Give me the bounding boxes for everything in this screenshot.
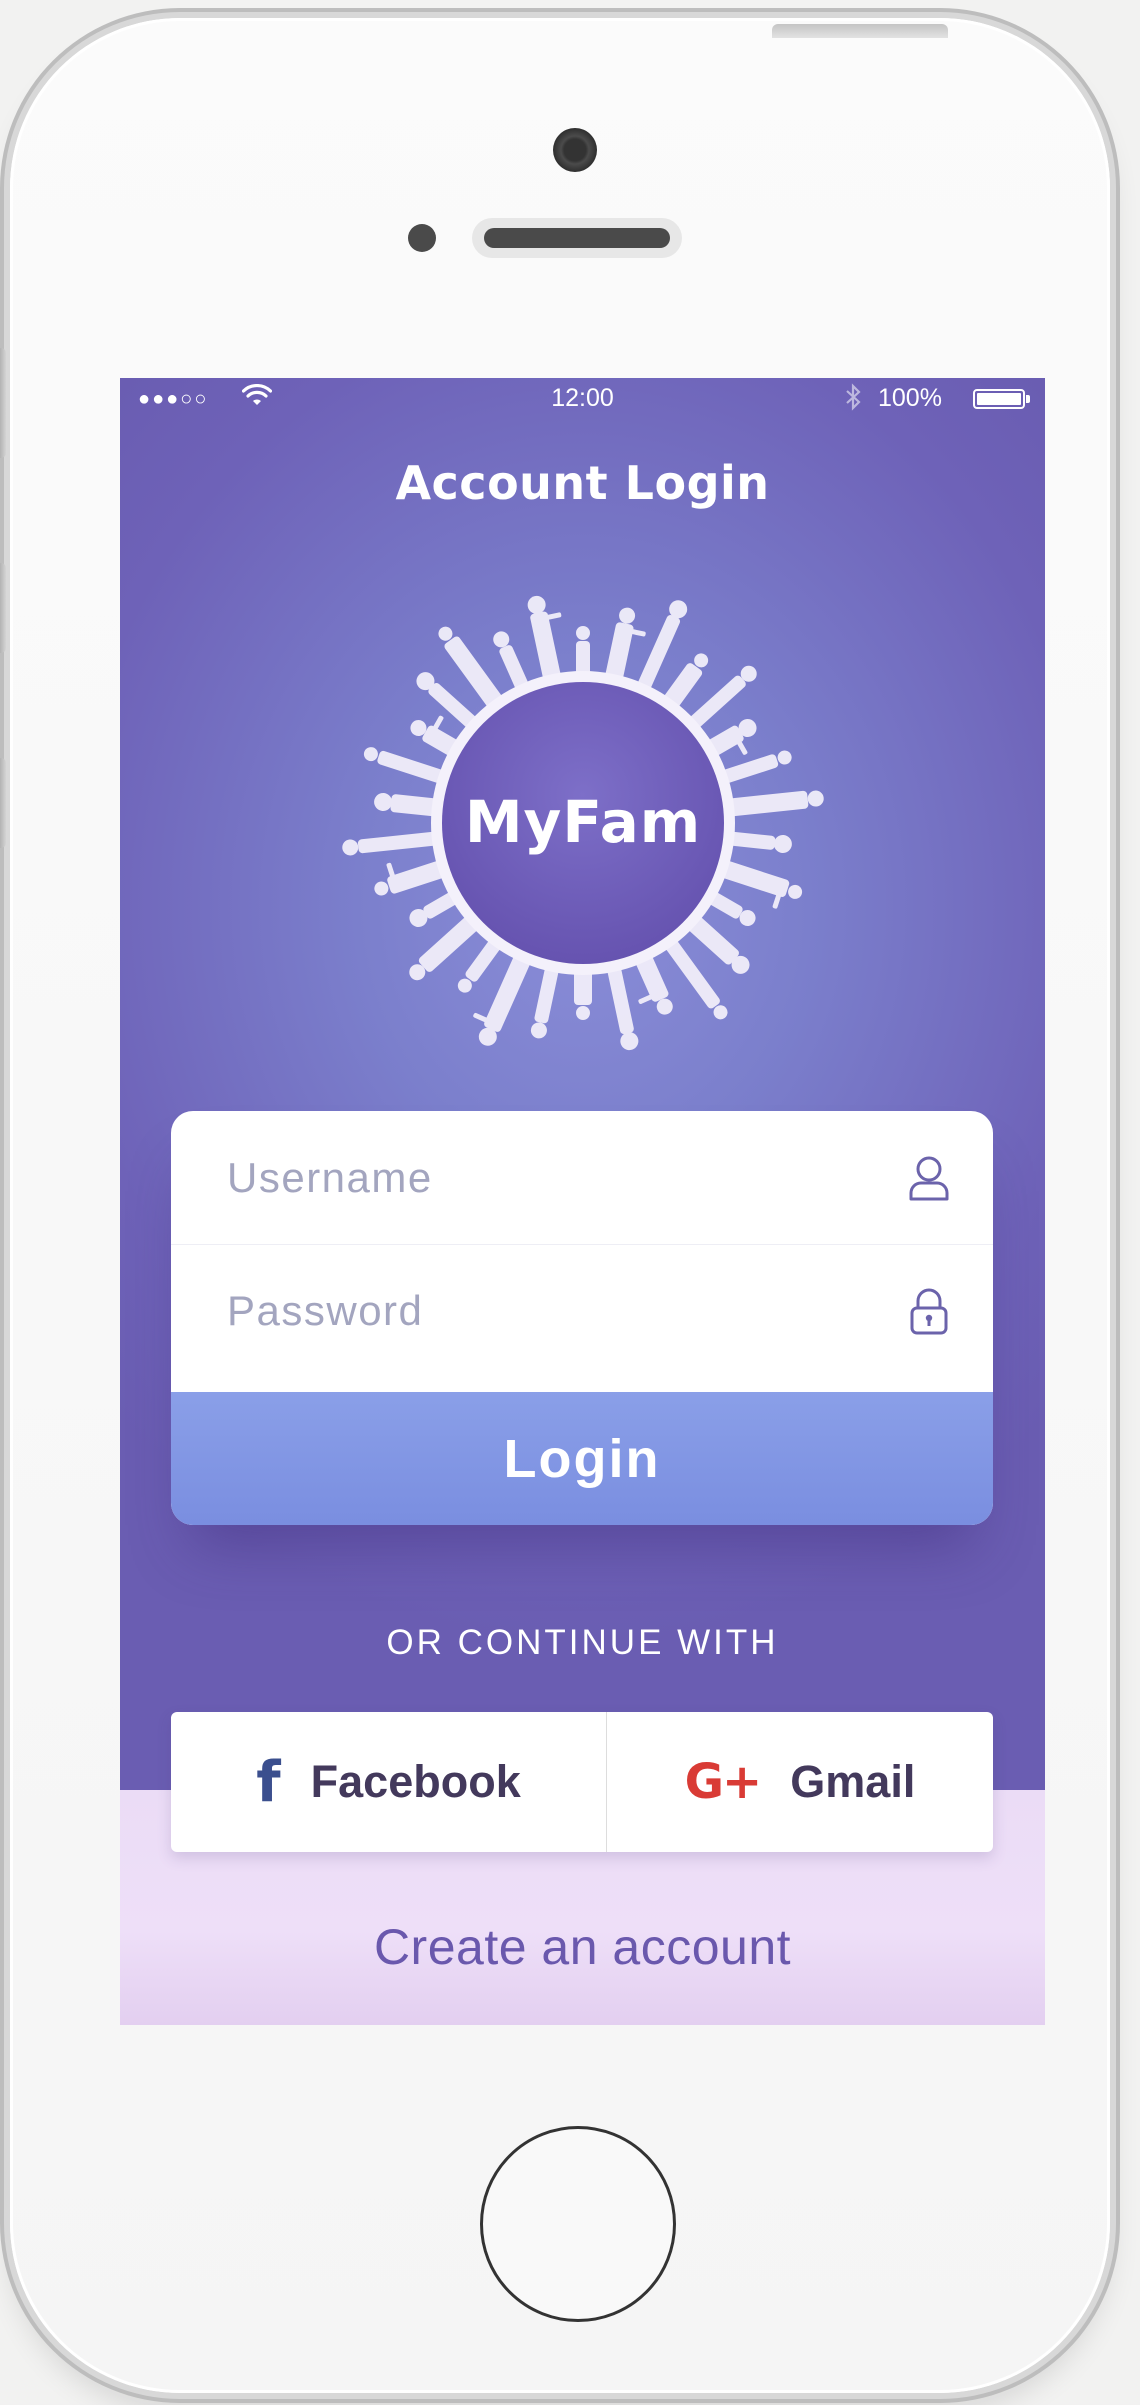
person-silhouette-icon	[607, 965, 639, 1051]
page-title: Account Login	[395, 456, 770, 510]
person-silhouette-icon	[576, 626, 590, 677]
mute-switch	[0, 348, 6, 458]
power-button	[772, 24, 948, 38]
user-icon	[907, 1153, 951, 1203]
bluetooth-icon	[844, 383, 862, 418]
gmail-button[interactable]: G+ Gmail	[607, 1712, 993, 1852]
facebook-button[interactable]: f Facebook	[171, 1712, 607, 1852]
battery-percent: 100%	[878, 384, 942, 412]
person-silhouette-icon	[527, 595, 562, 682]
create-account-link[interactable]: Create an account	[120, 1918, 1045, 1976]
person-silhouette-icon	[574, 969, 592, 1020]
facebook-label: Facebook	[310, 1756, 521, 1807]
phone-frame: ●●●○○ 12:00 100% Account Login MyFam Use…	[0, 18, 1110, 2393]
social-login-bar: f Facebook G+ Gmail	[171, 1712, 993, 1852]
earpiece-speaker	[472, 218, 682, 258]
lock-icon	[907, 1286, 951, 1336]
logo-text: MyFam	[464, 788, 702, 856]
battery-fill	[977, 393, 1021, 405]
proximity-sensor	[408, 224, 436, 252]
volume-down-button	[0, 758, 6, 848]
volume-up-button	[0, 563, 6, 653]
login-card: Login	[171, 1111, 993, 1525]
password-input[interactable]	[225, 1286, 829, 1336]
username-row	[171, 1111, 993, 1244]
google-plus-icon: G+	[684, 1754, 763, 1810]
gmail-label: Gmail	[790, 1756, 916, 1807]
username-input[interactable]	[225, 1152, 829, 1203]
battery-icon	[973, 389, 1030, 409]
person-silhouette-icon	[363, 747, 446, 784]
home-button[interactable]	[480, 2126, 676, 2322]
person-silhouette-icon	[720, 750, 792, 784]
login-button[interactable]: Login	[171, 1392, 993, 1525]
person-silhouette-icon	[530, 965, 559, 1039]
continue-with-label: OR CONTINUE WITH	[386, 1623, 779, 1662]
facebook-icon: f	[256, 1749, 281, 1815]
front-camera	[553, 128, 597, 172]
status-bar: ●●●○○ 12:00 100%	[120, 378, 1045, 418]
app-screen: ●●●○○ 12:00 100% Account Login MyFam Use…	[120, 378, 1045, 2025]
myfam-logo: MyFam	[338, 578, 828, 1068]
password-row	[171, 1244, 993, 1377]
